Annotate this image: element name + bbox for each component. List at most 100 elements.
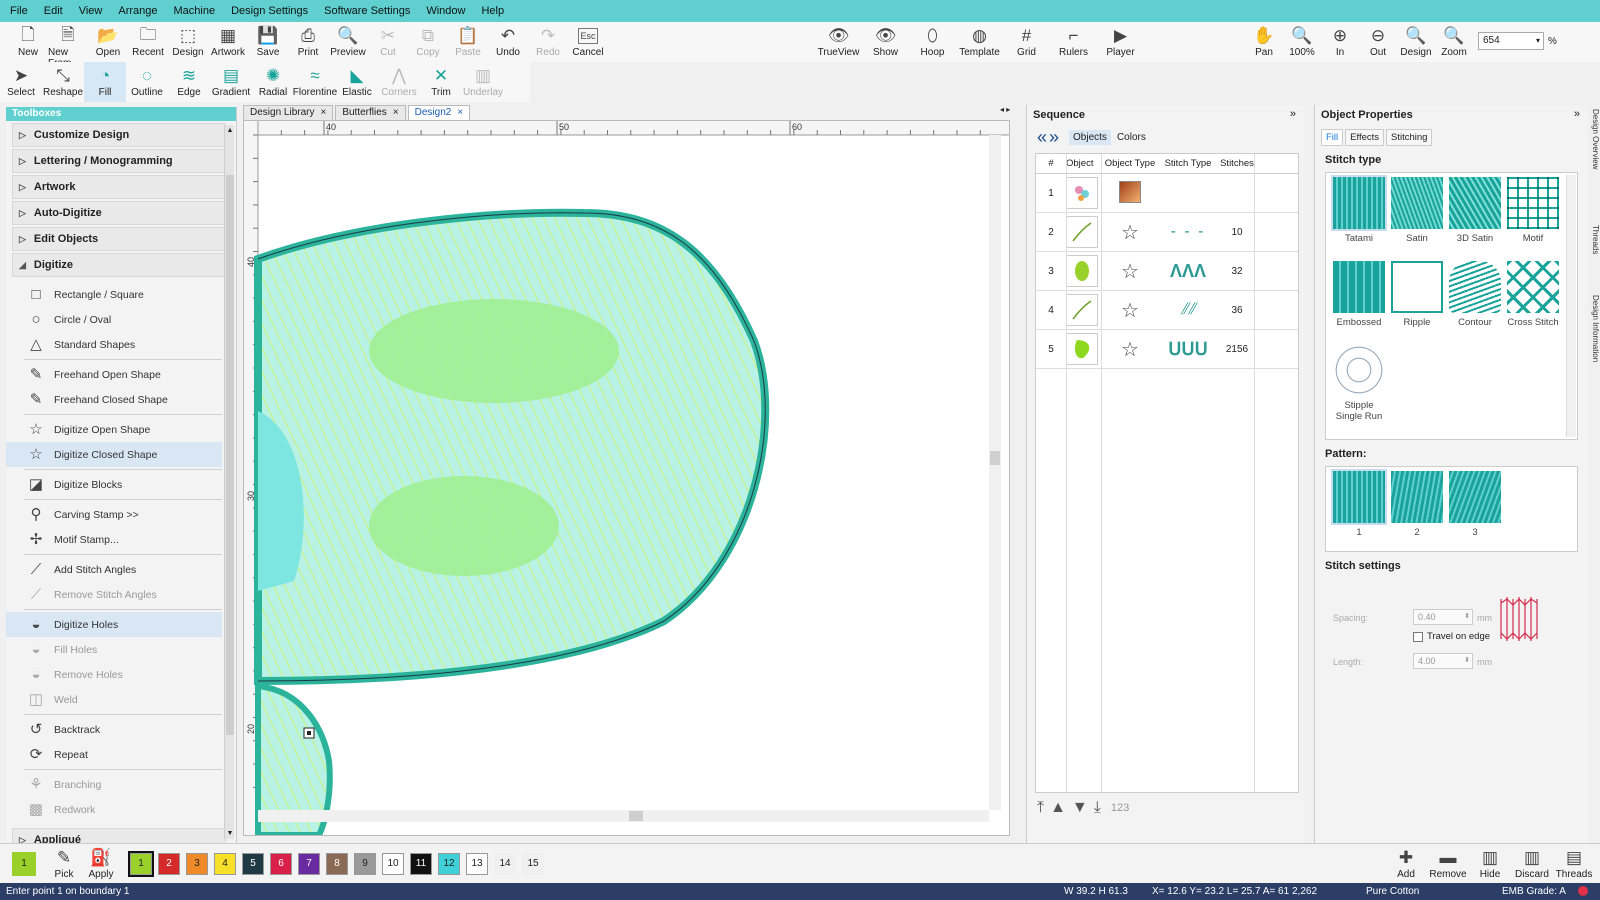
corners-button[interactable]: ⋀ Corners — [378, 62, 420, 102]
thread-color-chip[interactable]: 3 — [186, 852, 208, 875]
sequence-next-icon[interactable]: » — [1049, 127, 1059, 148]
stitch-type-tatami[interactable]: Tatami — [1330, 175, 1388, 255]
new-from-button[interactable]: 🗎New From — [48, 22, 88, 70]
tool-digitize-closed-shape[interactable]: ☆ Digitize Closed Shape — [6, 442, 222, 467]
recent-button[interactable]: 🗀 Recent — [128, 22, 168, 62]
underlay-button[interactable]: ▥ Underlay — [462, 62, 504, 102]
fill-button[interactable]: ◔ Fill — [84, 62, 126, 102]
menu-software-settings[interactable]: Software Settings — [324, 5, 410, 17]
thread-color-chip[interactable]: 11 — [410, 852, 432, 875]
tool-add-stitch-angles[interactable]: ⟋ Add Stitch Angles — [6, 557, 222, 582]
travel-on-edge-checkbox[interactable] — [1413, 631, 1423, 642]
tool-motif-stamp[interactable]: ✢ Motif Stamp... — [6, 527, 222, 552]
toolbox-category-customize-design[interactable]: ▷ Customize Design — [12, 123, 226, 147]
toolbox-scrollbar[interactable]: ▲ ▼ — [224, 125, 234, 839]
stitch-type-cross-stitch[interactable]: Cross Stitch — [1504, 260, 1562, 339]
menu-design-settings[interactable]: Design Settings — [231, 5, 308, 17]
elastic-button[interactable]: ◣ Elastic — [336, 62, 378, 102]
zoom-button[interactable]: 🔍 Zoom — [1435, 22, 1473, 62]
collapse-icon[interactable]: » — [1290, 108, 1296, 120]
thread-color-chip[interactable]: 9 — [354, 852, 376, 875]
thread-color-chip[interactable]: 1 — [128, 850, 154, 877]
thread-color-chip[interactable]: 15 — [522, 852, 544, 875]
sequence-prev-icon[interactable]: « — [1037, 127, 1047, 148]
template-button[interactable]: ◍ Template — [956, 22, 1003, 62]
menu-help[interactable]: Help — [481, 5, 504, 17]
length-input[interactable]: 4.00 ⬍ — [1413, 653, 1473, 669]
stitch-shape-main[interactable] — [254, 208, 770, 686]
rulers-button[interactable]: ⌐ Rulers — [1050, 22, 1097, 62]
zoom-input[interactable]: 654 ▾ — [1478, 32, 1544, 50]
close-icon[interactable]: × — [457, 107, 463, 118]
stitch-type-motif[interactable]: Motif — [1504, 177, 1562, 255]
menu-arrange[interactable]: Arrange — [118, 5, 157, 17]
table-row[interactable]: 1 — [1036, 174, 1298, 213]
tool-branching[interactable]: ⚘ Branching — [6, 772, 222, 797]
stitch-type-embossed[interactable]: Embossed — [1330, 260, 1388, 339]
thread-color-chip[interactable]: 4 — [214, 852, 236, 875]
tool-carving-stamp[interactable]: ⚲ Carving Stamp >> — [6, 502, 222, 527]
side-tab-design-overview[interactable]: Design Overview — [1590, 109, 1600, 169]
thread-color-chip[interactable]: 7 — [298, 852, 320, 875]
close-icon[interactable]: × — [320, 107, 326, 118]
canvas-hscroll[interactable] — [258, 810, 989, 822]
toolbox-category-edit-objects[interactable]: ▷ Edit Objects — [12, 227, 226, 251]
menu-machine[interactable]: Machine — [174, 5, 216, 17]
out-button[interactable]: ⊖ Out — [1359, 22, 1397, 62]
property-tab-fill[interactable]: Fill — [1321, 129, 1344, 146]
redo-button[interactable]: ↷ Redo — [528, 22, 568, 62]
add-thread-button[interactable]: ✚ Add — [1385, 844, 1427, 884]
copy-button[interactable]: ⧉ Copy — [408, 22, 448, 62]
100-button[interactable]: 🔍 100% — [1283, 22, 1321, 62]
spacing-input[interactable]: 0.40 ⬍ — [1413, 609, 1473, 625]
tool-remove-holes[interactable]: ◒ Remove Holes — [6, 662, 222, 687]
pick-button[interactable]: ✎ Pick — [46, 844, 82, 884]
doc-tab-butterflies[interactable]: Butterflies × — [335, 105, 406, 120]
toolbox-category-auto-digitize[interactable]: ▷ Auto-Digitize — [12, 201, 226, 225]
tool-freehand-open-shape[interactable]: ✎ Freehand Open Shape — [6, 362, 222, 387]
select-button[interactable]: ➤ Select — [0, 62, 42, 102]
tool-digitize-holes[interactable]: ◒ Digitize Holes — [6, 612, 222, 637]
stitch-type-contour[interactable]: Contour — [1446, 260, 1504, 339]
thread-color-chip[interactable]: 6 — [270, 852, 292, 875]
gallery-scrollbar[interactable] — [1566, 175, 1576, 437]
design-canvas[interactable]: 40 50 60 40 30 20 — [243, 120, 1010, 836]
player-button[interactable]: ▶ Player — [1097, 22, 1144, 62]
thread-color-chip[interactable]: 13 — [466, 852, 488, 875]
tool-freehand-closed-shape[interactable]: ✎ Freehand Closed Shape — [6, 387, 222, 412]
thread-color-chip[interactable]: 5 — [242, 852, 264, 875]
preview-button[interactable]: 🔍 Preview — [328, 22, 368, 62]
tool-digitize-open-shape[interactable]: ☆ Digitize Open Shape — [6, 417, 222, 442]
florentine-button[interactable]: ≈ Florentine — [293, 62, 337, 102]
open-button[interactable]: 📂 Open — [88, 22, 128, 62]
thread-color-chip[interactable]: 12 — [438, 852, 460, 875]
stitch-type-stipple-single-run[interactable]: Stipple Single Run — [1330, 344, 1388, 433]
remove-thread-button[interactable]: ▬ Remove — [1427, 844, 1469, 884]
move-up-icon[interactable]: ▲ — [1050, 799, 1066, 817]
reshape-button[interactable]: ⤡ Reshape — [42, 62, 84, 102]
tab-scroll-arrows[interactable]: ◂ ▸ — [1000, 105, 1010, 114]
paste-button[interactable]: 📋 Paste — [448, 22, 488, 62]
tool-circle-oval[interactable]: ○ Circle / Oval — [6, 307, 222, 332]
tool-digitize-blocks[interactable]: ◪ Digitize Blocks — [6, 472, 222, 497]
hoop-button[interactable]: ⬯ Hoop — [909, 22, 956, 62]
toolbox-category-artwork[interactable]: ▷ Artwork — [12, 175, 226, 199]
stitch-type-satin[interactable]: Satin — [1388, 177, 1446, 255]
move-first-icon[interactable]: ⤒ — [1037, 799, 1044, 817]
tool-repeat[interactable]: ⟳ Repeat — [6, 742, 222, 767]
thread-color-chip[interactable]: 10 — [382, 852, 404, 875]
side-tab-threads[interactable]: Threads — [1590, 225, 1600, 254]
pan-button[interactable]: ✋ Pan — [1245, 22, 1283, 62]
tool-rectangle-square[interactable]: □ Rectangle / Square — [6, 282, 222, 307]
menu-edit[interactable]: Edit — [44, 5, 63, 17]
hide-thread-button[interactable]: ▥ Hide — [1469, 844, 1511, 884]
canvas-vscroll[interactable] — [989, 135, 1001, 810]
doc-tab-design2[interactable]: Design2 × — [407, 105, 471, 120]
cut-button[interactable]: ✂ Cut — [368, 22, 408, 62]
property-tab-stitching[interactable]: Stitching — [1386, 129, 1433, 146]
thread-color-chip[interactable]: 8 — [326, 852, 348, 875]
menu-view[interactable]: View — [79, 5, 103, 17]
sequence-tab-objects[interactable]: Objects — [1069, 130, 1111, 145]
tool-redwork[interactable]: ▩ Redwork — [6, 797, 222, 822]
trim-button[interactable]: ✕ Trim — [420, 62, 462, 102]
